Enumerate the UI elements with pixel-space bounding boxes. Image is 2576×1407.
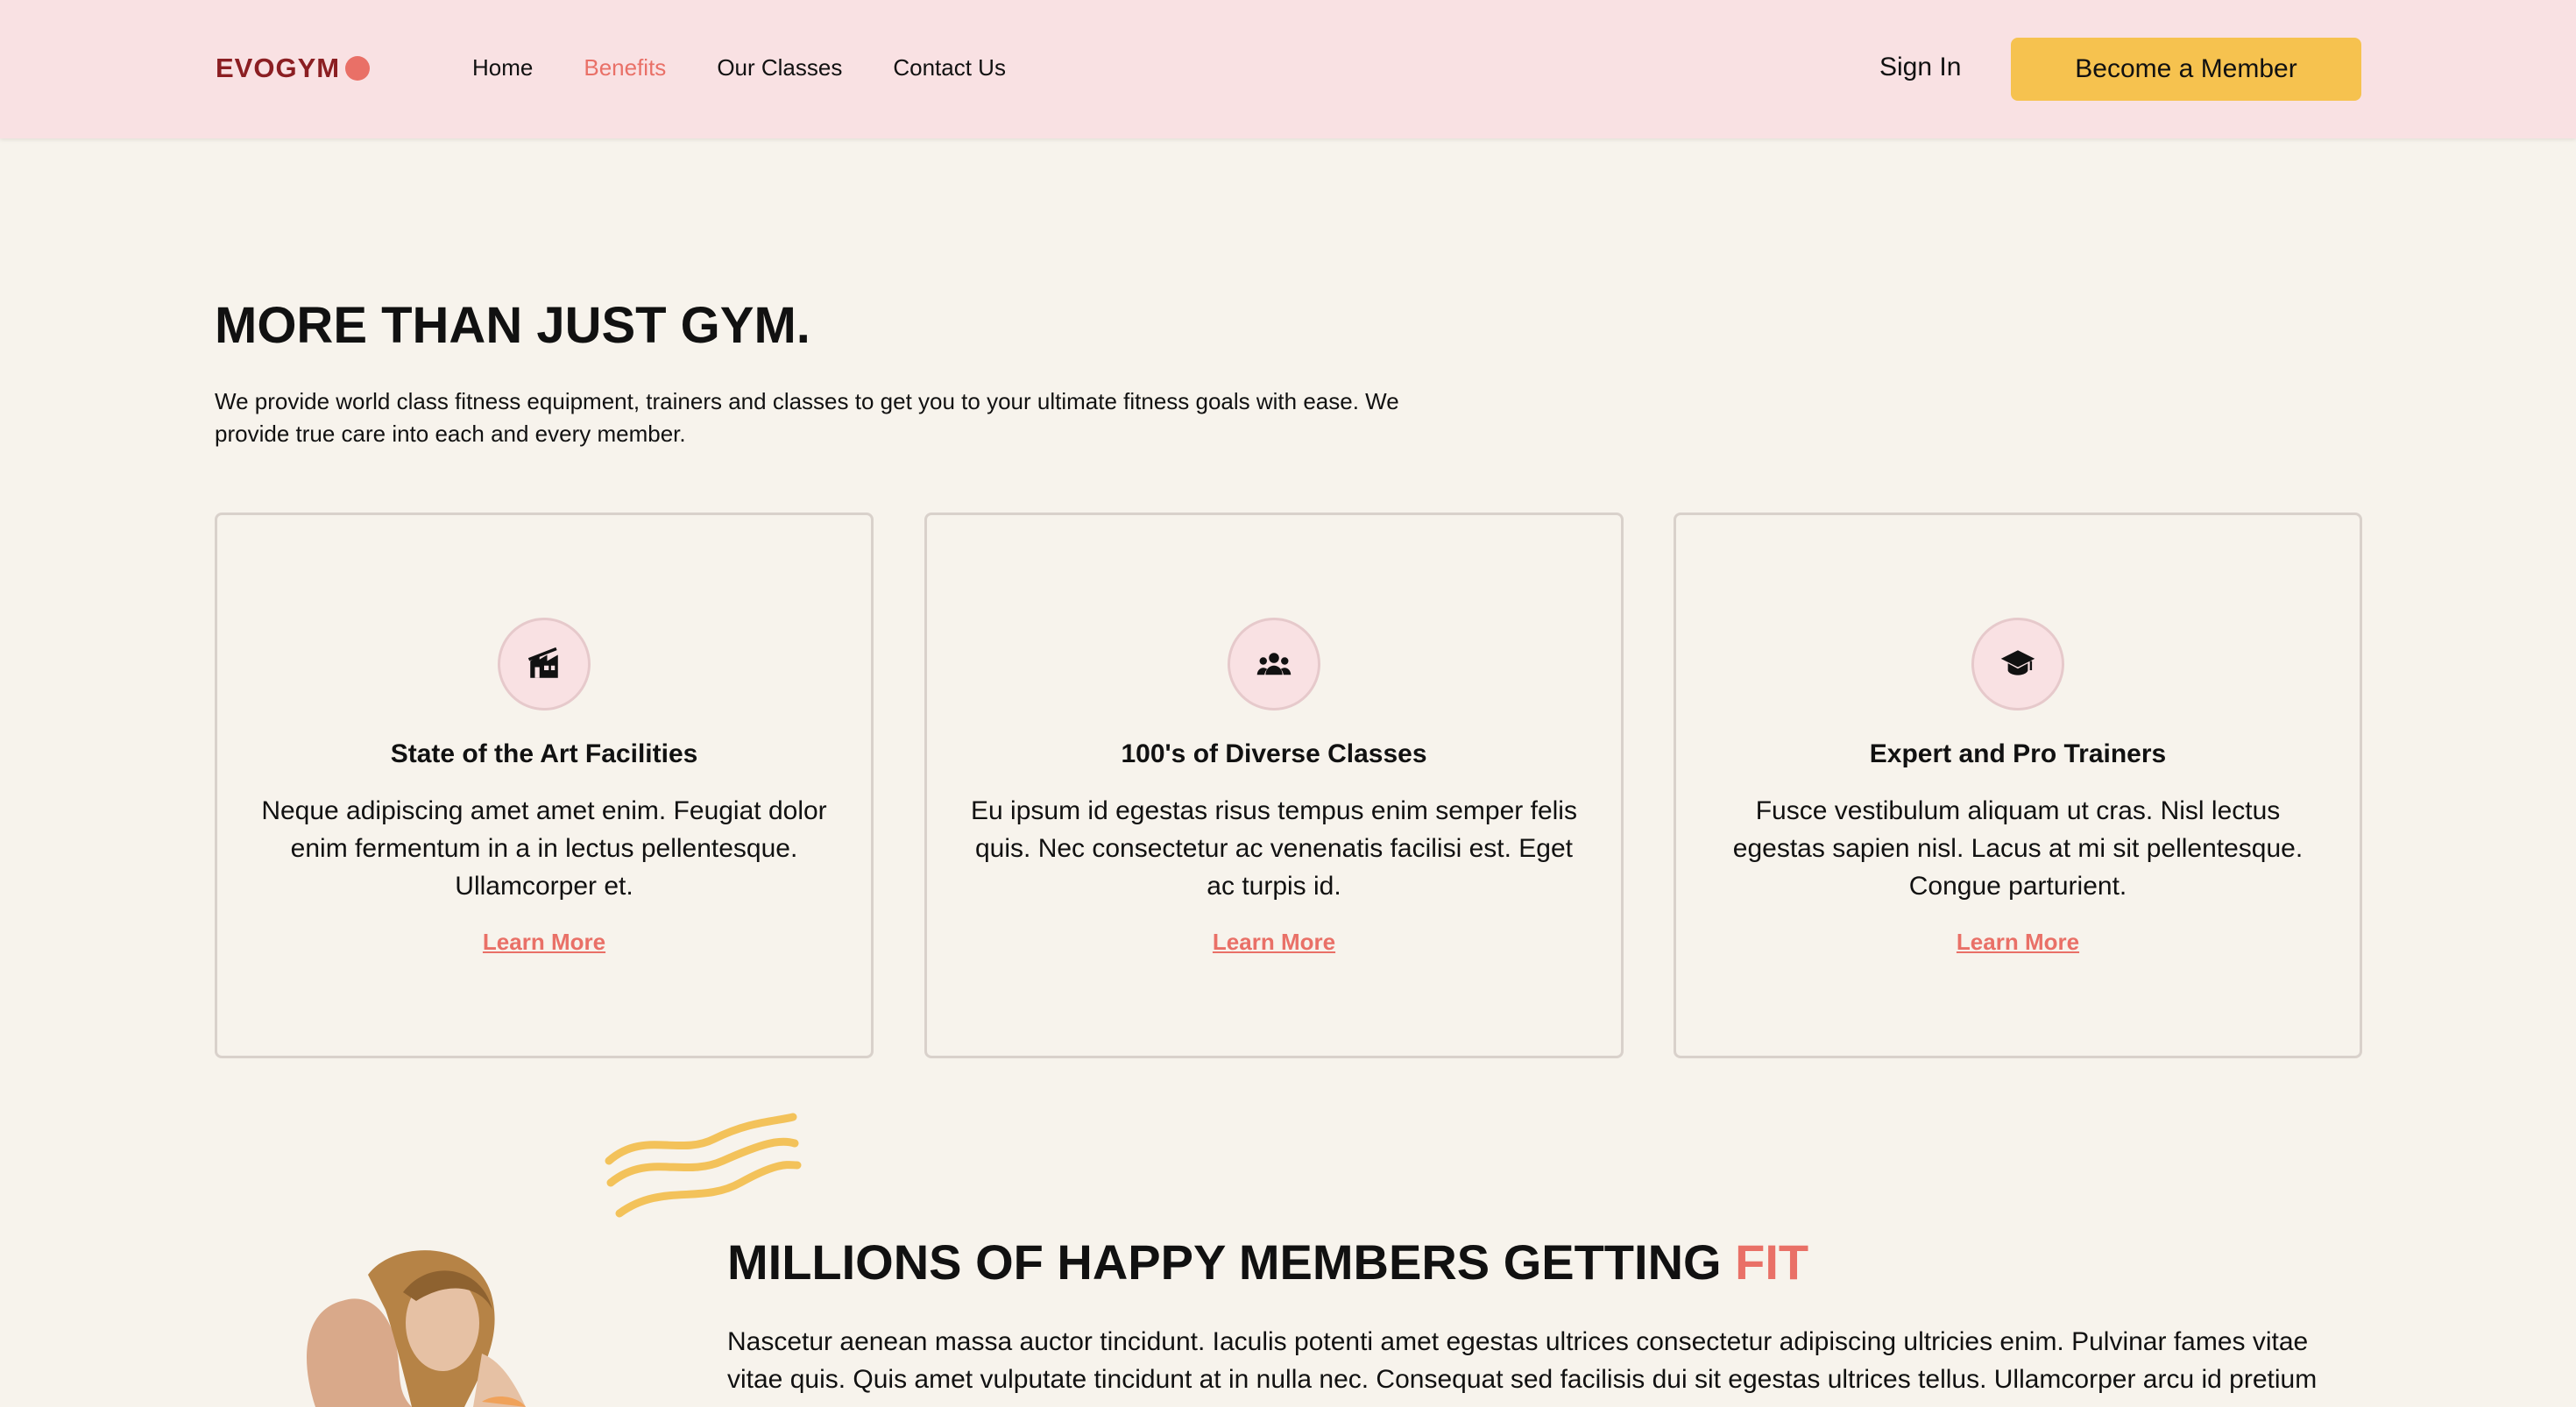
logo[interactable]: EVOGYM xyxy=(216,53,371,84)
academic-cap-icon xyxy=(2000,650,2035,675)
home-modern-icon xyxy=(527,647,558,678)
card-icon-circle xyxy=(1971,618,2064,711)
card-title: 100's of Diverse Classes xyxy=(1121,739,1427,768)
logo-dot-icon xyxy=(345,56,371,81)
navbar: EVOGYM Home Benefits Our Classes Contact… xyxy=(0,0,2576,138)
nav-link-home[interactable]: Home xyxy=(472,54,533,81)
learn-more-link[interactable]: Learn More xyxy=(927,929,1621,956)
benefits-intro: We provide world class fitness equipment… xyxy=(215,388,1399,447)
card-icon-circle xyxy=(1228,618,1320,711)
logo-text: EVOGYM xyxy=(216,53,341,83)
become-member-button[interactable]: Become a Member xyxy=(2011,38,2361,101)
members-title-highlight: FIT xyxy=(1735,1234,1809,1290)
benefits-title: MORE THAN JUST GYM. xyxy=(215,297,810,354)
nav-link-benefits[interactable]: Benefits xyxy=(584,54,666,81)
member-photo xyxy=(263,1240,552,1407)
abstract-waves-graphic xyxy=(605,1113,802,1218)
user-group-icon xyxy=(1256,653,1292,675)
nav-link-contact-us[interactable]: Contact Us xyxy=(893,54,1006,81)
learn-more-link[interactable]: Learn More xyxy=(1676,929,2360,956)
learn-more-link[interactable]: Learn More xyxy=(217,929,871,956)
card-text: Fusce vestibulum aliquam ut cras. Nisl l… xyxy=(1732,796,2304,901)
sign-in-link[interactable]: Sign In xyxy=(1879,53,1961,82)
card-text: Neque adipiscing amet amet enim. Feugiat… xyxy=(261,796,827,901)
members-text: Nascetur aenean massa auctor tincidunt. … xyxy=(727,1327,2318,1394)
benefit-card-facilities: State of the Art Facilities Neque adipis… xyxy=(215,513,874,1058)
members-title-prefix: MILLIONS OF HAPPY MEMBERS GETTING xyxy=(727,1234,1722,1290)
card-title: State of the Art Facilities xyxy=(390,739,698,768)
benefit-card-classes: 100's of Diverse Classes Eu ipsum id ege… xyxy=(924,513,1624,1058)
card-text: Eu ipsum id egestas risus tempus enim se… xyxy=(971,796,1577,901)
card-icon-circle xyxy=(498,618,591,711)
nav-links: Home Benefits Our Classes Contact Us xyxy=(472,54,1057,81)
benefit-card-trainers: Expert and Pro Trainers Fusce vestibulum… xyxy=(1674,513,2362,1058)
members-title: MILLIONS OF HAPPY MEMBERS GETTING FIT xyxy=(727,1234,1808,1290)
card-title: Expert and Pro Trainers xyxy=(1869,739,2167,768)
nav-link-our-classes[interactable]: Our Classes xyxy=(717,54,842,81)
